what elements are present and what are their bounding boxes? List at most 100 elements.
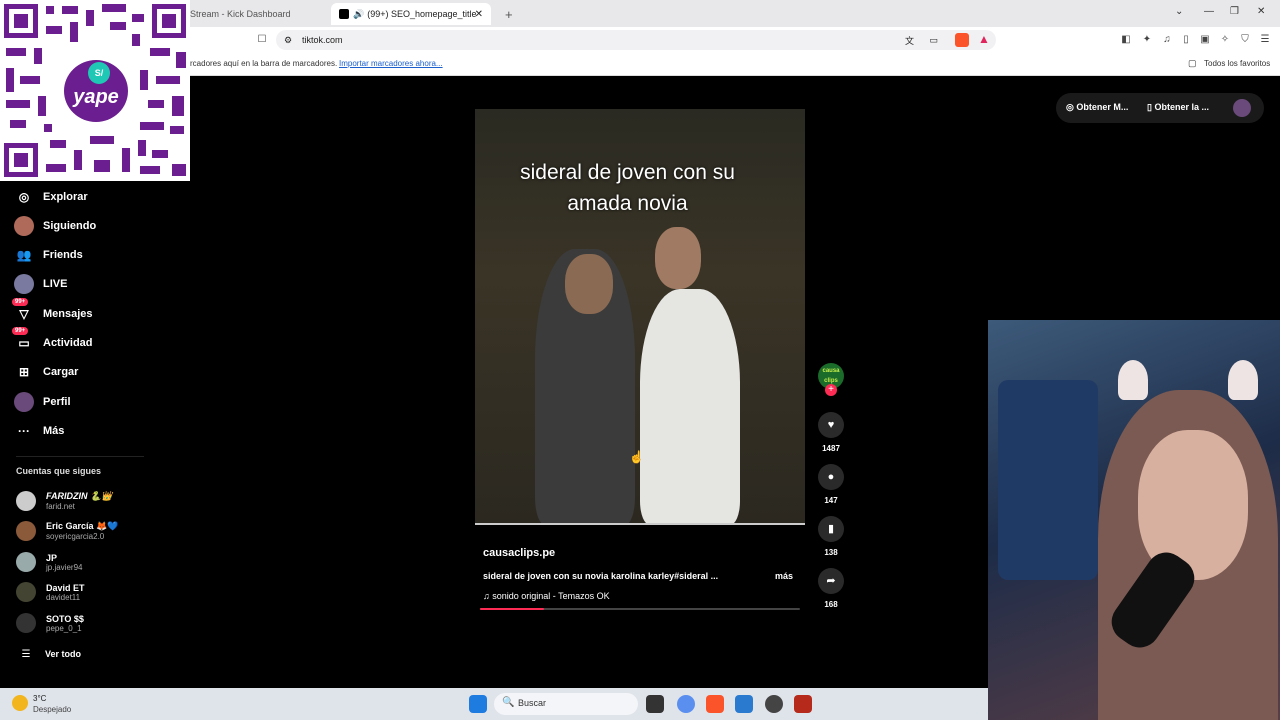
sidebar-toggle-icon[interactable]: ▯ [1180, 34, 1192, 46]
video-face-right [655, 227, 701, 289]
account-name: Eric García 🦊💙 [46, 521, 119, 531]
people-icon: 👥 [16, 248, 32, 262]
message-icon: ▽ 99+ [12, 298, 34, 324]
sidebar-item-explorar[interactable]: ◎ Explorar [14, 186, 88, 208]
account-handle: farid.net [46, 502, 75, 511]
tab-kick-dashboard[interactable]: Stream - Kick Dashboard [182, 3, 328, 25]
wallet-icon[interactable]: ▣ [1199, 34, 1211, 46]
import-bookmarks-link[interactable]: Importar marcadores ahora... [339, 59, 443, 68]
btn-label: Obtener M... [1076, 102, 1129, 112]
bookmarks-bar: rcadores aquí en la barra de marcadores.… [0, 53, 1280, 76]
creator-avatar[interactable]: causa clips + [817, 363, 845, 396]
brave-icon[interactable] [706, 695, 724, 713]
rewards-icon[interactable]: ▲ [978, 32, 990, 46]
following-title: Cuentas que sigues [16, 466, 102, 476]
bookmark-icon: ▮ [818, 516, 844, 542]
comment-count: 147 [824, 496, 838, 505]
sidebar-item-actividad[interactable]: ▭ 99+ Actividad [12, 327, 93, 354]
close-window-icon[interactable]: ✕ [1257, 6, 1265, 17]
windows-start-icon[interactable] [469, 695, 487, 713]
like-button[interactable]: ♥ 1487 [817, 412, 845, 453]
search-placeholder: Buscar [518, 698, 547, 708]
account-handle: pepe_0_1 [46, 623, 82, 633]
all-favorites-button[interactable]: Todos los favoritos [1204, 59, 1270, 68]
cast-icon[interactable]: ▭ [929, 35, 938, 46]
music-icon[interactable]: ♫ [1161, 34, 1173, 46]
list-icon: ☰ [21, 648, 31, 660]
sidebar-item-siguiendo[interactable]: Siguiendo [14, 215, 96, 237]
sidebar-item-cargar[interactable]: ⊞ Cargar [14, 361, 79, 383]
taskbar-search[interactable]: 🔍 Buscar [494, 693, 638, 715]
like-count: 1487 [822, 444, 840, 453]
account-item[interactable]: David ET davidet11 [16, 579, 85, 605]
sidebar-item-perfil[interactable]: Perfil [14, 391, 71, 413]
get-app-button[interactable]: ▯ Obtener la ... [1147, 102, 1209, 113]
share-button[interactable]: ➦ 168 [817, 568, 845, 609]
sidebar-item-mas[interactable]: ··· Más [14, 420, 64, 442]
count-badge: 99+ [12, 298, 29, 306]
avatar [16, 491, 36, 511]
account-item[interactable]: SOTO $$ pepe_0_1 [16, 610, 84, 636]
avatar-icon [14, 216, 34, 236]
yape-brand-text: yape [73, 86, 119, 108]
author-name[interactable]: causaclips.pe [483, 547, 555, 559]
address-bar-row: ☐ ⚙ tiktok.com 文 ▭ ▲ ◧ ✦ ♫ ▯ ▣ ✧ ⛉ ☰ [0, 27, 1280, 53]
follow-plus-icon[interactable]: + [825, 384, 837, 396]
more-link[interactable]: más [775, 571, 793, 581]
profile-avatar[interactable] [1233, 99, 1251, 117]
account-item[interactable]: Eric García 🦊💙 soyericgarcia2.0 [16, 518, 118, 544]
account-item[interactable]: FARIDZIN 🐍👑 farid.net [16, 488, 112, 514]
sidebar-item-live[interactable]: LIVE [14, 273, 67, 295]
share-icon: ➦ [818, 568, 844, 594]
store-icon[interactable] [735, 695, 753, 713]
avatar [16, 552, 36, 572]
puzzle-icon[interactable]: ✦ [1141, 34, 1153, 46]
url-input[interactable]: ⚙ tiktok.com 文 ▭ [276, 30, 996, 50]
overlay-line: amada novia [567, 192, 688, 215]
bookmark-icon[interactable]: ☐ [256, 34, 268, 46]
obs-icon[interactable] [765, 695, 783, 713]
app-icon[interactable] [794, 695, 812, 713]
account-item[interactable]: JP jp.javier94 [16, 549, 82, 575]
yape-badge: S/ [88, 62, 110, 84]
video-caption: sideral de joven con su novia karolina k… [483, 571, 719, 581]
account-name: FARIDZIN 🐍👑 [46, 491, 113, 501]
extension-icon[interactable]: ◧ [1120, 34, 1132, 46]
task-view-icon[interactable] [646, 695, 664, 713]
new-tab-button[interactable]: + [497, 3, 521, 25]
copilot-icon[interactable] [677, 695, 695, 713]
tab-list-icon[interactable]: ⌄ [1175, 6, 1183, 17]
site-info-icon[interactable]: ⚙ [284, 35, 292, 46]
avatar [16, 521, 36, 541]
progress-track[interactable] [480, 608, 800, 610]
webcam-overlay [988, 320, 1280, 720]
get-coins-button[interactable]: ◎ Obtener M... [1066, 102, 1128, 113]
save-button[interactable]: ▮ 138 [817, 516, 845, 557]
share-count: 168 [824, 600, 838, 609]
brave-shield-icon[interactable] [955, 33, 969, 47]
tab-tiktok[interactable]: 🔊 (99+) SEO_homepage_title ✕ [331, 3, 491, 25]
maximize-icon[interactable]: ❐ [1230, 6, 1239, 17]
close-tab-icon[interactable]: ✕ [475, 9, 483, 20]
translate-icon[interactable]: 文 [905, 34, 914, 47]
live-icon [14, 274, 34, 294]
sidebar-item-mensajes[interactable]: ▽ 99+ Mensajes [12, 298, 93, 325]
minimize-icon[interactable]: — [1204, 6, 1214, 17]
leo-icon[interactable]: ✧ [1219, 34, 1231, 46]
nav-label: Perfil [43, 396, 71, 408]
menu-icon[interactable]: ☰ [1259, 34, 1271, 46]
video-overlay-text: sideral de joven con su amada novia [475, 157, 780, 219]
sidebar-item-friends[interactable]: 👥 Friends [14, 244, 83, 266]
bookmarks-hint: rcadores aquí en la barra de marcadores. [190, 59, 338, 68]
nav-label: LIVE [43, 278, 68, 290]
vpn-icon[interactable]: ⛉ [1239, 34, 1251, 46]
nav-label: Siguiendo [43, 220, 97, 232]
see-all-button[interactable]: ☰ Ver todo [16, 641, 82, 667]
nav-label: Friends [43, 249, 83, 261]
nav-label: Más [43, 425, 65, 437]
weather-sun-icon [12, 695, 28, 711]
account-name: SOTO $$ [46, 613, 84, 624]
progress-fill [480, 608, 544, 610]
sound-row[interactable]: ♫ sonido original - Temazos OK [483, 591, 610, 601]
comment-button[interactable]: ● 147 [817, 464, 845, 505]
